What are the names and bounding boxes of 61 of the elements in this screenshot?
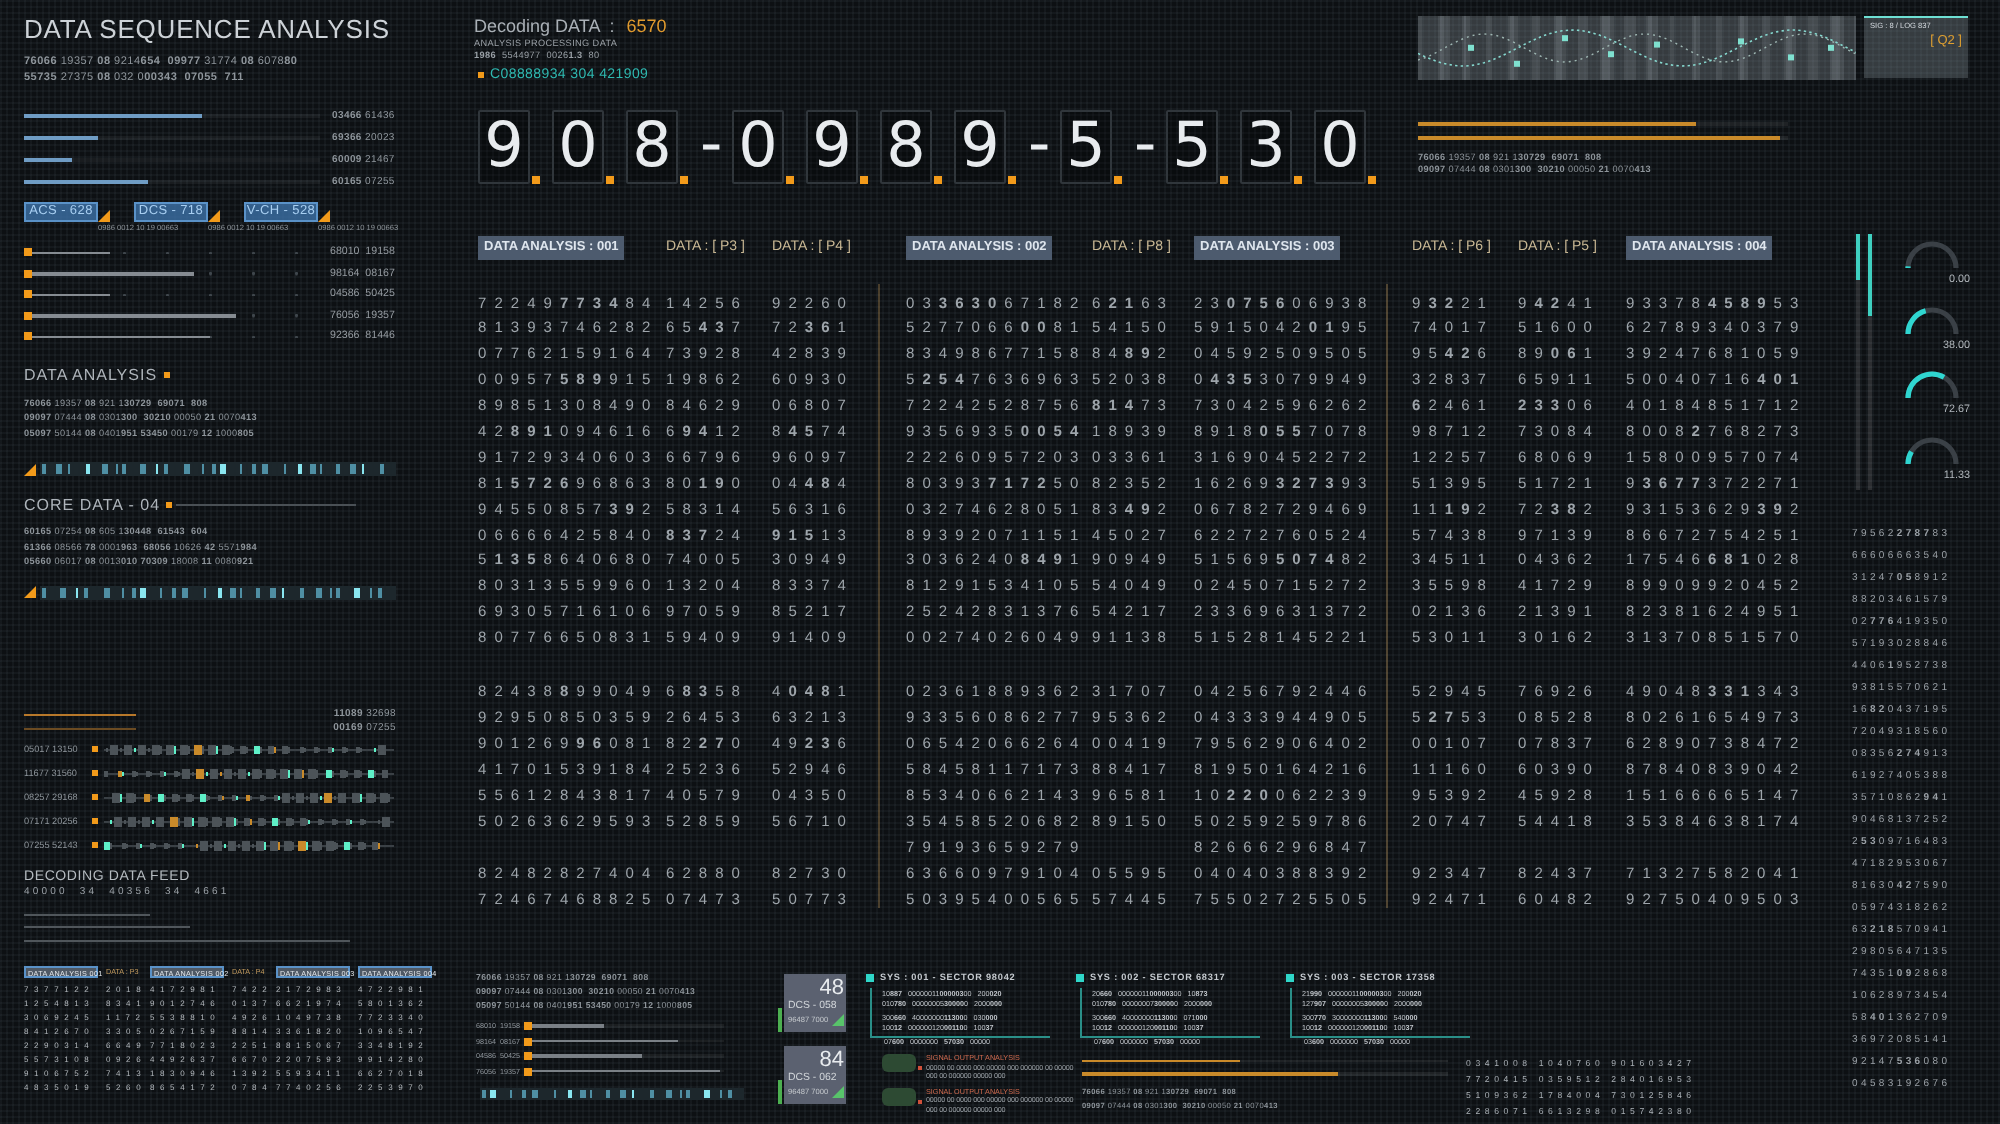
- square-marker-icon: [92, 746, 98, 752]
- triangle-icon: [318, 210, 330, 222]
- triangle-icon: [24, 586, 36, 598]
- square-marker-icon: [92, 794, 98, 800]
- decoder-title: Decoding DATA :: [474, 16, 615, 38]
- square-marker-icon: [524, 1067, 532, 1076]
- square-bullet-icon: [866, 973, 874, 982]
- square-marker-icon: [680, 176, 688, 184]
- square-marker-icon: [24, 311, 32, 320]
- square-bullet-icon: [478, 72, 484, 78]
- digit-tile: 8: [880, 110, 932, 184]
- decoder-value: 6570: [626, 16, 667, 38]
- digit-tile: 9: [478, 110, 530, 184]
- square-marker-icon: [92, 818, 98, 824]
- square-marker-icon: [524, 1052, 532, 1061]
- square-marker-icon: [1114, 176, 1122, 184]
- digit-tile: 0: [732, 110, 784, 184]
- square-marker-icon: [1008, 176, 1016, 184]
- square-marker-icon: [934, 176, 942, 184]
- digit-tile: 0: [1314, 110, 1366, 184]
- separator-text: -: [1134, 110, 1154, 184]
- status-pill-icon: [882, 1087, 916, 1106]
- digit-tile: 5: [1060, 110, 1112, 184]
- square-marker-icon: [24, 269, 32, 278]
- square-marker-icon: [24, 290, 32, 299]
- square-marker-icon: [532, 176, 540, 184]
- square-marker-icon: [163, 372, 170, 378]
- square-marker-icon: [1294, 176, 1302, 184]
- triangle-icon: [98, 210, 110, 222]
- panel-title: DATA SEQUENCE ANALYSIS: [24, 14, 390, 46]
- square-marker-icon: [24, 332, 32, 341]
- square-marker-icon: [166, 501, 173, 507]
- separator-text: -: [1028, 110, 1048, 184]
- section-heading: CORE DATA - 04: [24, 495, 161, 513]
- corner-triangle-icon: [832, 1013, 844, 1026]
- square-marker-icon: [524, 1037, 532, 1046]
- card-value: 84: [817, 1049, 844, 1072]
- square-marker-icon: [1368, 176, 1376, 184]
- square-marker-icon: [786, 176, 794, 184]
- corner-triangle-icon: [832, 1085, 844, 1098]
- square-marker-icon: [24, 248, 32, 257]
- square-bullet-icon: [1286, 973, 1294, 982]
- separator-text: -: [700, 110, 720, 184]
- square-bullet-icon: [1076, 973, 1084, 982]
- status-pill-icon: [882, 1053, 916, 1072]
- digit-tile: 9: [806, 110, 858, 184]
- digit-tile: 5: [1166, 110, 1218, 184]
- card-value: 48: [817, 977, 844, 1000]
- section-heading: DATA ANALYSIS: [24, 366, 158, 384]
- square-marker-icon: [92, 842, 98, 848]
- digit-tile: 3: [1240, 110, 1292, 184]
- digit-tile: 8: [626, 110, 678, 184]
- square-marker-icon: [606, 176, 614, 184]
- square-marker-icon: [1220, 176, 1228, 184]
- digit-tile: 9: [954, 110, 1006, 184]
- square-marker-icon: [92, 770, 98, 776]
- square-marker-icon: [860, 176, 868, 184]
- digit-tile: 0: [552, 110, 604, 184]
- square-marker-icon: [524, 1022, 532, 1031]
- triangle-icon: [208, 210, 220, 222]
- triangle-icon: [24, 463, 36, 475]
